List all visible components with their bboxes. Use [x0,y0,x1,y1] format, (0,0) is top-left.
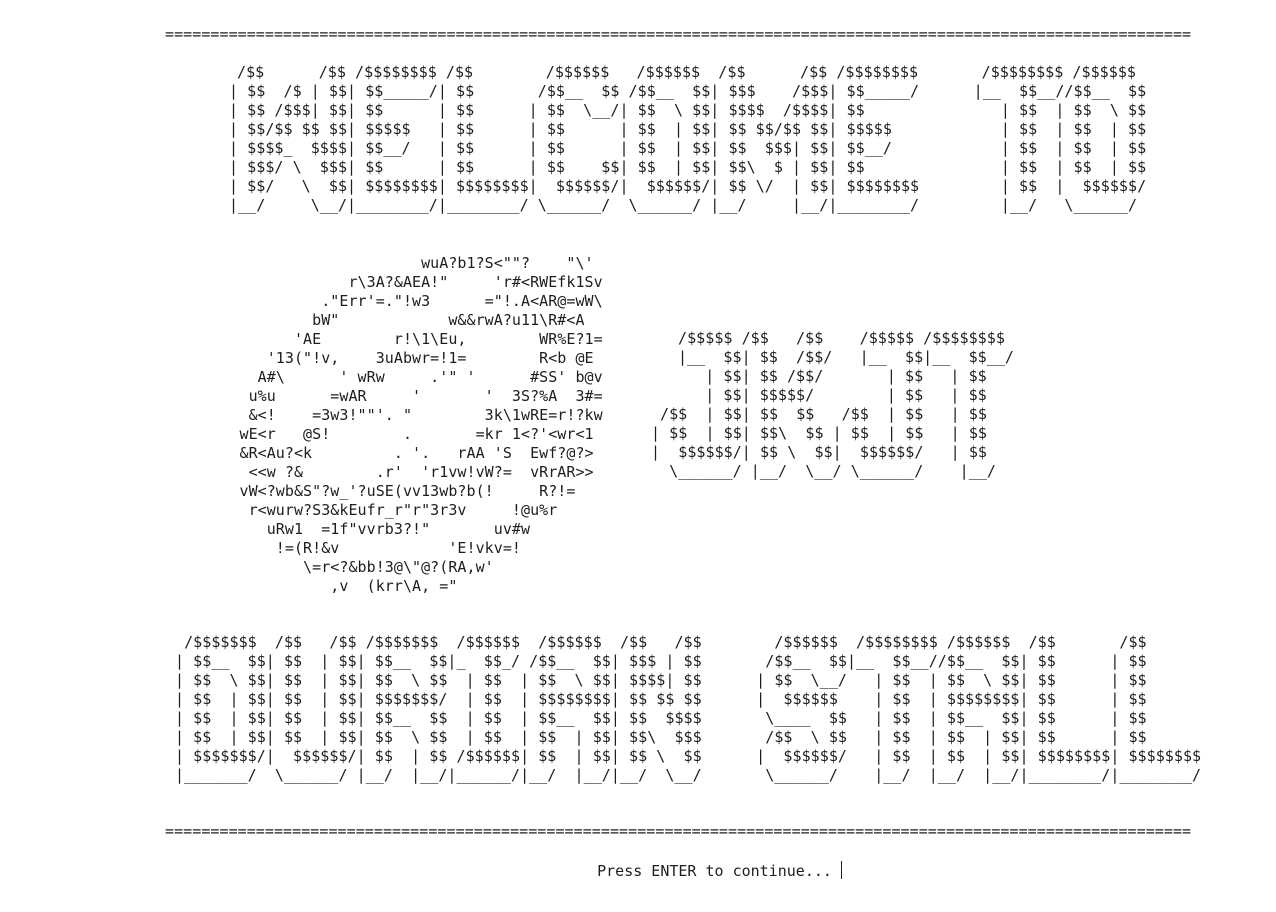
welcome-banner-line: | $$$/ \ $$$| $$ | $$ | $$ $$| $$ | $$| … [229,158,1147,176]
jsu-banner-line: | $$ | $$| $$\ $$ | $$ | $$ | $$ [651,424,987,442]
jsu-banner-line: |__ $$| $$ /$$/ |__ $$|__ $$__/ [678,348,1014,366]
durian-stall-banner-line: | $$ | $$| $$ | $$| $$__ $$ | $$ | $$__ … [175,709,1147,727]
durian-stall-banner-line: | $$ | $$| $$ | $$| $$ \ $$ | $$ | $$ | … [175,728,1147,746]
separator-bottom: ========================================… [165,822,1192,840]
ascii-logo-line: r<wurw?S3&kEufr_r"r"3r3v !@u%r [185,501,558,519]
continue-prompt[interactable]: Press ENTER to continue... [561,842,842,880]
welcome-banner-line: | $$ /$$$| $$| $$ | $$ | $$ \__/| $$ \ $… [229,101,1147,119]
ascii-logo-line: wE<r @S! . =kr 1<?'<wr<1 [185,425,594,443]
durian-stall-banner-line: |_______/ \______/ |__/ |__/|______/|__/… [175,766,1202,784]
ascii-logo-line: !=(R!&v 'E!vkv=! [185,539,521,557]
durian-stall-banner-line: /$$$$$$$ /$$ /$$ /$$$$$$$ /$$$$$$ /$$$$$… [175,633,1147,651]
durian-stall-banner-line: | $$ \ $$| $$ | $$| $$ \ $$ | $$ | $$ \ … [175,671,1147,689]
ascii-logo-line: &<! =3w3!""'. " 3k\1wRE=r!?kw [185,406,603,424]
jsu-banner-line: \______/ |__/ \__/ \______/ |__/ [660,462,996,480]
welcome-banner-line: | $$/$$ $$ $$| $$$$$ | $$ | $$ | $$ | $$… [229,120,1147,138]
jsu-banner-line: | $$| $$ /$$/ | $$ | $$ [678,367,987,385]
ascii-logo-line: bW" w&&rwA?u11\R#<A [185,311,585,329]
terminal-window[interactable]: /$$ /$$ /$$$$$$$$ /$$ /$$$$$$ /$$$$$$ /$… [0,0,1276,912]
durian-stall-banner-line: | $$ | $$| $$ | $$| $$$$$$$/ | $$ | $$$$… [175,690,1147,708]
ascii-logo-line: ."Err'=."!w3 ="!.A<AR@=wW\ [185,292,603,310]
ascii-logo-line: &R<Au?<k . '. rAA 'S Ewf?@?> [185,444,594,462]
welcome-banner-line: | $$ /$ | $$| $$_____/| $$ /$$__ $$ /$$_… [229,82,1147,100]
jsu-banner-line: | $$| $$$$$/ | $$ | $$ [678,386,987,404]
prompt-text: Press ENTER to continue... [597,862,832,880]
text-cursor [840,861,842,879]
ascii-logo-line: wuA?b1?S<""? "\' [185,254,594,272]
welcome-banner-line: | $$/ \ $$| $$$$$$$$| $$$$$$$$| $$$$$$/|… [229,177,1147,195]
durian-stall-banner-line: | $$__ $$| $$ | $$| $$__ $$|_ $$_/ /$$__… [175,652,1147,670]
ascii-logo-line: '13("!v, 3uAbwr=!1= R<b @E [185,349,594,367]
durian-stall-banner-line: | $$$$$$$/| $$$$$$/| $$ | $$ /$$$$$$| $$… [175,747,1202,765]
welcome-banner-line: | $$$$_ $$$$| $$__/ | $$ | $$ | $$ | $$|… [229,139,1147,157]
ascii-logo-line: uRw1 =1f"vvrb3?!" uv#w [185,520,531,538]
ascii-logo-line: \=r<?&bb!3@\"@?(RA,w' [185,558,494,576]
jsu-banner-line: /$$ | $$| $$ $$ /$$ | $$ | $$ [660,405,987,423]
ascii-logo-line: ,v (krr\A, =" [185,577,458,595]
ascii-logo-line: <<w ?& .r' 'r1vw!vW?= vRrAR>> [185,463,594,481]
welcome-banner-line: |__/ \__/|________/|________/ \______/ \… [229,196,1138,214]
ascii-logo-line: 'AE r!\1\Eu, WR%E?1= [185,330,603,348]
welcome-banner-line: /$$ /$$ /$$$$$$$$ /$$ /$$$$$$ /$$$$$$ /$… [237,63,1136,81]
ascii-logo-line: r\3A?&AEA!" 'r#<RWEfk1Sv [185,273,603,291]
ascii-logo-line: vW<?wb&S"?w_'?uSE(vv13wb?b(! R?!= [185,482,576,500]
jsu-banner-line: | $$$$$$/| $$ \ $$| $$$$$$/ | $$ [651,443,987,461]
ascii-logo-line: A#\ ' wRw .'" ' #SS' b@v [185,368,603,386]
ascii-logo-line: u%u =wAR ' ' 3S?%A 3#= [185,387,603,405]
separator-top: ========================================… [165,25,1192,43]
jsu-banner-line: /$$$$$ /$$ /$$ /$$$$$ /$$$$$$$$ [678,329,1005,347]
